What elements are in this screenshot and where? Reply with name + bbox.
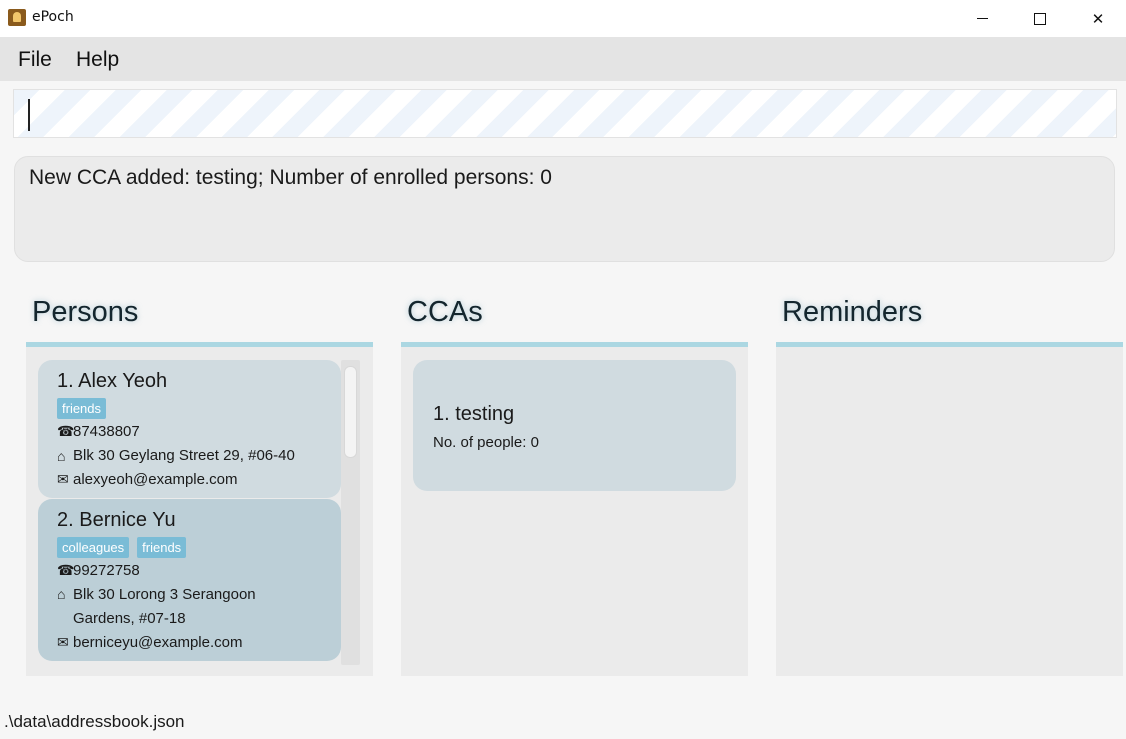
title-bar: ePoch ✕ (0, 0, 1126, 37)
person-address: Blk 30 Geylang Street 29, #06-40 (73, 447, 295, 464)
tag: friends (57, 398, 107, 419)
text-caret (28, 99, 30, 131)
minimize-button[interactable] (953, 0, 1011, 37)
maximize-icon (1034, 12, 1046, 25)
person-name: 2. Bernice Yu (57, 509, 176, 531)
cca-card[interactable]: 1. testing No. of people: 0 (413, 360, 736, 491)
reminders-panel (776, 342, 1123, 676)
person-phone: 87438807 (73, 423, 140, 440)
address-row: ⌂ Blk 30 Geylang Street 29, #06-40 (57, 447, 295, 464)
window-title: ePoch (32, 9, 74, 25)
person-list[interactable]: 1. Alex Yeoh friends ☎ 87438807 ⌂ Blk 30… (38, 360, 342, 669)
result-text: New CCA added: testing; Number of enroll… (29, 166, 552, 189)
ccas-panel-title: CCAs (407, 296, 483, 328)
email-icon: ✉ (57, 471, 69, 487)
person-name: 1. Alex Yeoh (57, 370, 168, 392)
person-email: berniceyu@example.com (73, 634, 243, 651)
person-card[interactable]: 2. Bernice Yu colleagues friends ☎ 99272… (38, 499, 341, 661)
menu-file[interactable]: File (18, 48, 52, 72)
menu-bar: File Help (0, 37, 1126, 81)
cca-name: 1. testing (433, 403, 515, 425)
close-icon: ✕ (1091, 9, 1105, 28)
phone-icon: ☎ (57, 423, 75, 439)
menu-help[interactable]: Help (76, 48, 119, 72)
tag: colleagues (57, 537, 130, 558)
tag: friends (137, 537, 187, 558)
person-email: alexyeoh@example.com (73, 471, 238, 488)
tag-list: friends (57, 398, 107, 419)
phone-row: ☎ 99272758 (57, 562, 140, 579)
reminders-panel-title: Reminders (782, 296, 923, 328)
close-button[interactable]: ✕ (1069, 0, 1126, 37)
email-icon: ✉ (57, 634, 69, 650)
home-icon: ⌂ (57, 447, 66, 464)
command-box[interactable] (13, 89, 1117, 138)
person-phone: 99272758 (73, 562, 140, 579)
status-bar-file-path: .\data\addressbook.json (4, 712, 185, 731)
ccas-panel: 1. testing No. of people: 0 (401, 342, 748, 676)
home-icon: ⌂ (57, 586, 66, 602)
cca-people-count: No. of people: 0 (433, 434, 539, 451)
app-icon (8, 9, 26, 26)
person-address: Blk 30 Lorong 3 Serangoon Gardens, #07-1… (73, 586, 256, 627)
persons-panel: 1. Alex Yeoh friends ☎ 87438807 ⌂ Blk 30… (26, 342, 373, 676)
tag-list: colleagues friends (57, 537, 187, 558)
persons-panel-title: Persons (32, 296, 139, 328)
scroll-thumb[interactable] (344, 366, 357, 458)
minimize-icon (976, 18, 988, 19)
phone-row: ☎ 87438807 (57, 423, 140, 440)
person-card[interactable]: 1. Alex Yeoh friends ☎ 87438807 ⌂ Blk 30… (38, 360, 341, 498)
address-row: ⌂ Blk 30 Lorong 3 Serangoon Gardens, #07… (57, 583, 303, 631)
person-list-scrollbar[interactable] (341, 360, 360, 665)
result-display: New CCA added: testing; Number of enroll… (14, 156, 1115, 262)
phone-icon: ☎ (57, 562, 75, 578)
maximize-button[interactable] (1011, 0, 1069, 37)
email-row: ✉ berniceyu@example.com (57, 634, 242, 651)
email-row: ✉ alexyeoh@example.com (57, 471, 237, 488)
command-input[interactable] (14, 90, 1116, 137)
